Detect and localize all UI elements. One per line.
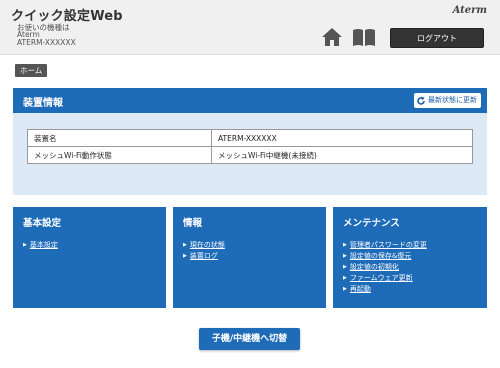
info-list: ▶ 現在の状態 ▶ 装置ログ: [183, 240, 225, 262]
link-current-status[interactable]: 現在の状態: [190, 241, 225, 249]
refresh-label: 最新状態に更新: [428, 96, 477, 104]
basic-settings-list: ▶ 基本設定: [23, 240, 58, 251]
list-item: ▶ 設定値の保存&復元: [343, 251, 427, 262]
list-item: ▶ 再起動: [343, 284, 427, 295]
list-item: ▶ 管理者パスワードの変更: [343, 240, 427, 251]
device-name-key: 装置名: [27, 129, 212, 147]
maintenance-title: メンテナンス: [343, 218, 400, 229]
list-item: ▶ 現在の状態: [183, 240, 225, 251]
basic-settings-card: 基本設定 ▶ 基本設定: [13, 207, 166, 308]
device-info-table: 装置名 ATERM-XXXXXX メッシュWi-Fi動作状態 メッシュWi-Fi…: [27, 129, 473, 164]
mesh-status-value: メッシュWi-Fi中継機(未接続): [211, 146, 473, 164]
home-icon[interactable]: [321, 27, 343, 47]
bullet-icon: ▶: [343, 275, 347, 281]
device-info-title: 装置情報: [23, 98, 63, 109]
bullet-icon: ▶: [343, 286, 347, 292]
device-info-header: 装置情報 最新状態に更新: [13, 88, 487, 113]
device-id: ATERM-XXXXXX: [17, 38, 76, 47]
breadcrumb-home[interactable]: ホーム: [15, 64, 48, 77]
switch-to-child-button[interactable]: 子機/中継機へ切替: [199, 328, 300, 350]
table-row: メッシュWi-Fi動作状態 メッシュWi-Fi中継機(未接続): [27, 146, 473, 164]
header: クイック設定Web お使いの機種は Aterm ATERM-XXXXXX Ate…: [0, 0, 500, 55]
bullet-icon: ▶: [183, 242, 187, 248]
bullet-icon: ▶: [343, 264, 347, 270]
list-item: ▶ 設定値の初期化: [343, 262, 427, 273]
device-name-value: ATERM-XXXXXX: [211, 129, 473, 147]
bullet-icon: ▶: [183, 253, 187, 259]
list-item: ▶ 装置ログ: [183, 251, 225, 262]
list-item: ▶ ファームウェア更新: [343, 273, 427, 284]
link-factory-reset[interactable]: 設定値の初期化: [350, 263, 399, 271]
basic-settings-title: 基本設定: [23, 218, 62, 229]
book-icon[interactable]: [352, 27, 376, 47]
maintenance-card: メンテナンス ▶ 管理者パスワードの変更 ▶ 設定値の保存&復元 ▶ 設定値の初期化 …: [333, 207, 487, 308]
refresh-icon: [417, 96, 425, 105]
info-card: 情報 ▶ 現在の状態 ▶ 装置ログ: [173, 207, 326, 308]
bullet-icon: ▶: [343, 242, 347, 248]
refresh-button[interactable]: 最新状態に更新: [414, 93, 481, 108]
link-reboot[interactable]: 再起動: [350, 285, 371, 293]
info-title: 情報: [183, 218, 203, 229]
table-row: 装置名 ATERM-XXXXXX: [27, 129, 473, 147]
brand-logo: Aterm: [452, 5, 487, 16]
bullet-icon: ▶: [343, 253, 347, 259]
list-item: ▶ 基本設定: [23, 240, 58, 251]
device-info-panel: 装置名 ATERM-XXXXXX メッシュWi-Fi動作状態 メッシュWi-Fi…: [13, 113, 487, 195]
bullet-icon: ▶: [23, 242, 27, 248]
link-admin-password[interactable]: 管理者パスワードの変更: [350, 241, 427, 249]
link-firmware-update[interactable]: ファームウェア更新: [350, 274, 413, 282]
maintenance-list: ▶ 管理者パスワードの変更 ▶ 設定値の保存&復元 ▶ 設定値の初期化 ▶ ファームウェ…: [343, 240, 427, 295]
mesh-status-key: メッシュWi-Fi動作状態: [27, 146, 212, 164]
logout-button[interactable]: ログアウト: [390, 28, 484, 48]
link-device-log[interactable]: 装置ログ: [190, 252, 218, 260]
link-backup-restore[interactable]: 設定値の保存&復元: [350, 252, 411, 260]
link-basic-settings[interactable]: 基本設定: [30, 241, 58, 249]
